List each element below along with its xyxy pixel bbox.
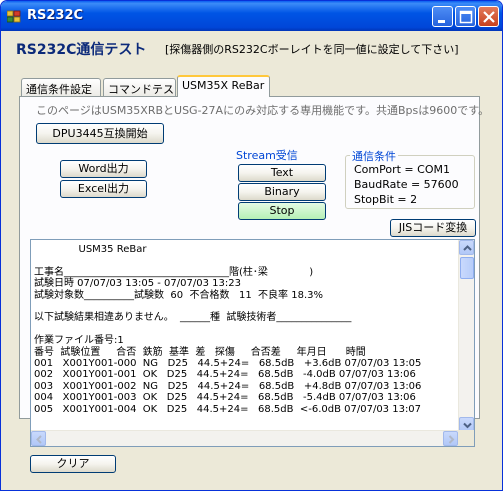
close-icon [483, 11, 495, 23]
minimize-icon [438, 20, 445, 23]
output-line: 試験日時 07/07/03 13:05 - 07/07/03 13:23 [34, 278, 241, 290]
maximize-icon [459, 10, 473, 24]
output-line: USM35 ReBar [34, 244, 147, 255]
output-line: 工事名_________________________________階(柱･… [34, 266, 314, 278]
minimize-button[interactable] [432, 6, 453, 27]
client-area: RS232C通信テスト [探傷器側のRS232Cボーレイトを同一値に設定して下さ… [5, 31, 498, 486]
output-line: 番号 試験位置 合否 鉄筋 基準 差 探傷 合否差 年月日 時間 [34, 346, 366, 358]
close-button[interactable] [478, 6, 499, 27]
stream-binary-button[interactable]: Binary [238, 183, 326, 201]
maximize-button[interactable] [455, 6, 476, 27]
output-line: 試験対象数__________試験数 60 不合格数 11 不良率 18.3% [34, 289, 324, 301]
received-data-text: USM35 ReBar 工事名_________________________… [34, 244, 464, 428]
com-port-value: ComPort = COM1 [354, 163, 450, 176]
jis-convert-button[interactable]: JISコード変換 [390, 219, 476, 237]
output-line: 005 X001Y001-004 OK D25 44.5+24= 68.5dB … [34, 403, 422, 415]
baud-rate-value: BaudRate = 57600 [354, 178, 459, 191]
excel-output-button[interactable]: Excel出力 [60, 180, 147, 198]
stream-stop-button[interactable]: Stop [238, 202, 326, 220]
baud-note: [探傷器側のRS232Cボーレイトを同一値に設定して下さい] [165, 43, 459, 56]
stream-text-button[interactable]: Text [238, 164, 326, 182]
output-line: 002 X001Y001-001 OK D25 44.5+24= 68.5dB … [34, 369, 416, 381]
scroll-right-button[interactable] [443, 431, 458, 446]
output-line: 001 X001Y001-000 NG D25 44.5+24= 68.5dB … [34, 358, 422, 370]
output-line: 004 X001Y001-003 OK D25 44.5+24= 68.5dB … [34, 392, 416, 404]
output-line: 作業ファイル番号:1 [34, 335, 124, 347]
horizontal-scrollbar[interactable] [31, 430, 474, 446]
chevron-up-icon [463, 245, 472, 251]
vertical-scrollbar[interactable] [458, 240, 474, 432]
stop-bit-value: StopBit = 2 [354, 193, 418, 206]
tab-comm-settings[interactable]: 通信条件設定 [21, 78, 101, 96]
received-data-textarea[interactable]: USM35 ReBar 工事名_________________________… [30, 239, 475, 447]
rs232c-window: RS232C RS232C通信テスト [探傷器側のRS232Cボーレイトを同一値… [0, 0, 503, 491]
rebar-tab-panel: このページはUSM35XRBとUSG-27Aにのみ対応する専用機能です。共通Bp… [19, 96, 489, 473]
scroll-up-button[interactable] [459, 240, 474, 255]
chevron-right-icon [448, 435, 455, 444]
comm-settings-group: 通信条件 ComPort = COM1 BaudRate = 57600 Sto… [345, 148, 475, 209]
scrollbar-thumb[interactable] [460, 257, 474, 279]
app-icon [7, 10, 21, 23]
tab-usm35x-rebar[interactable]: USM35X ReBar [177, 75, 270, 97]
dpu3445-start-button[interactable]: DPU3445互換開始 [36, 123, 164, 144]
chevron-left-icon [36, 435, 42, 444]
info-text: このページはUSM35XRBとUSG-27Aにのみ対応する専用機能です。共通Bp… [36, 104, 490, 117]
output-line: 003 X001Y001-002 NG D25 44.5+24= 68.5dB … [34, 380, 422, 392]
tab-command-test[interactable]: コマンドテスト [103, 78, 185, 96]
output-line: 以下試験結果相違ありません。 ______種 試験技術者____________… [34, 312, 352, 324]
word-output-button[interactable]: Word出力 [60, 160, 147, 178]
page-title: RS232C通信テスト [16, 42, 147, 58]
clear-button[interactable]: クリア [30, 455, 116, 473]
scrollbar-corner [458, 430, 474, 446]
window-title: RS232C [27, 8, 84, 23]
title-bar[interactable]: RS232C [1, 1, 502, 31]
stream-label: Stream受信 [234, 147, 300, 163]
comm-group-label: 通信条件 [350, 148, 398, 164]
scroll-left-button[interactable] [31, 431, 46, 446]
